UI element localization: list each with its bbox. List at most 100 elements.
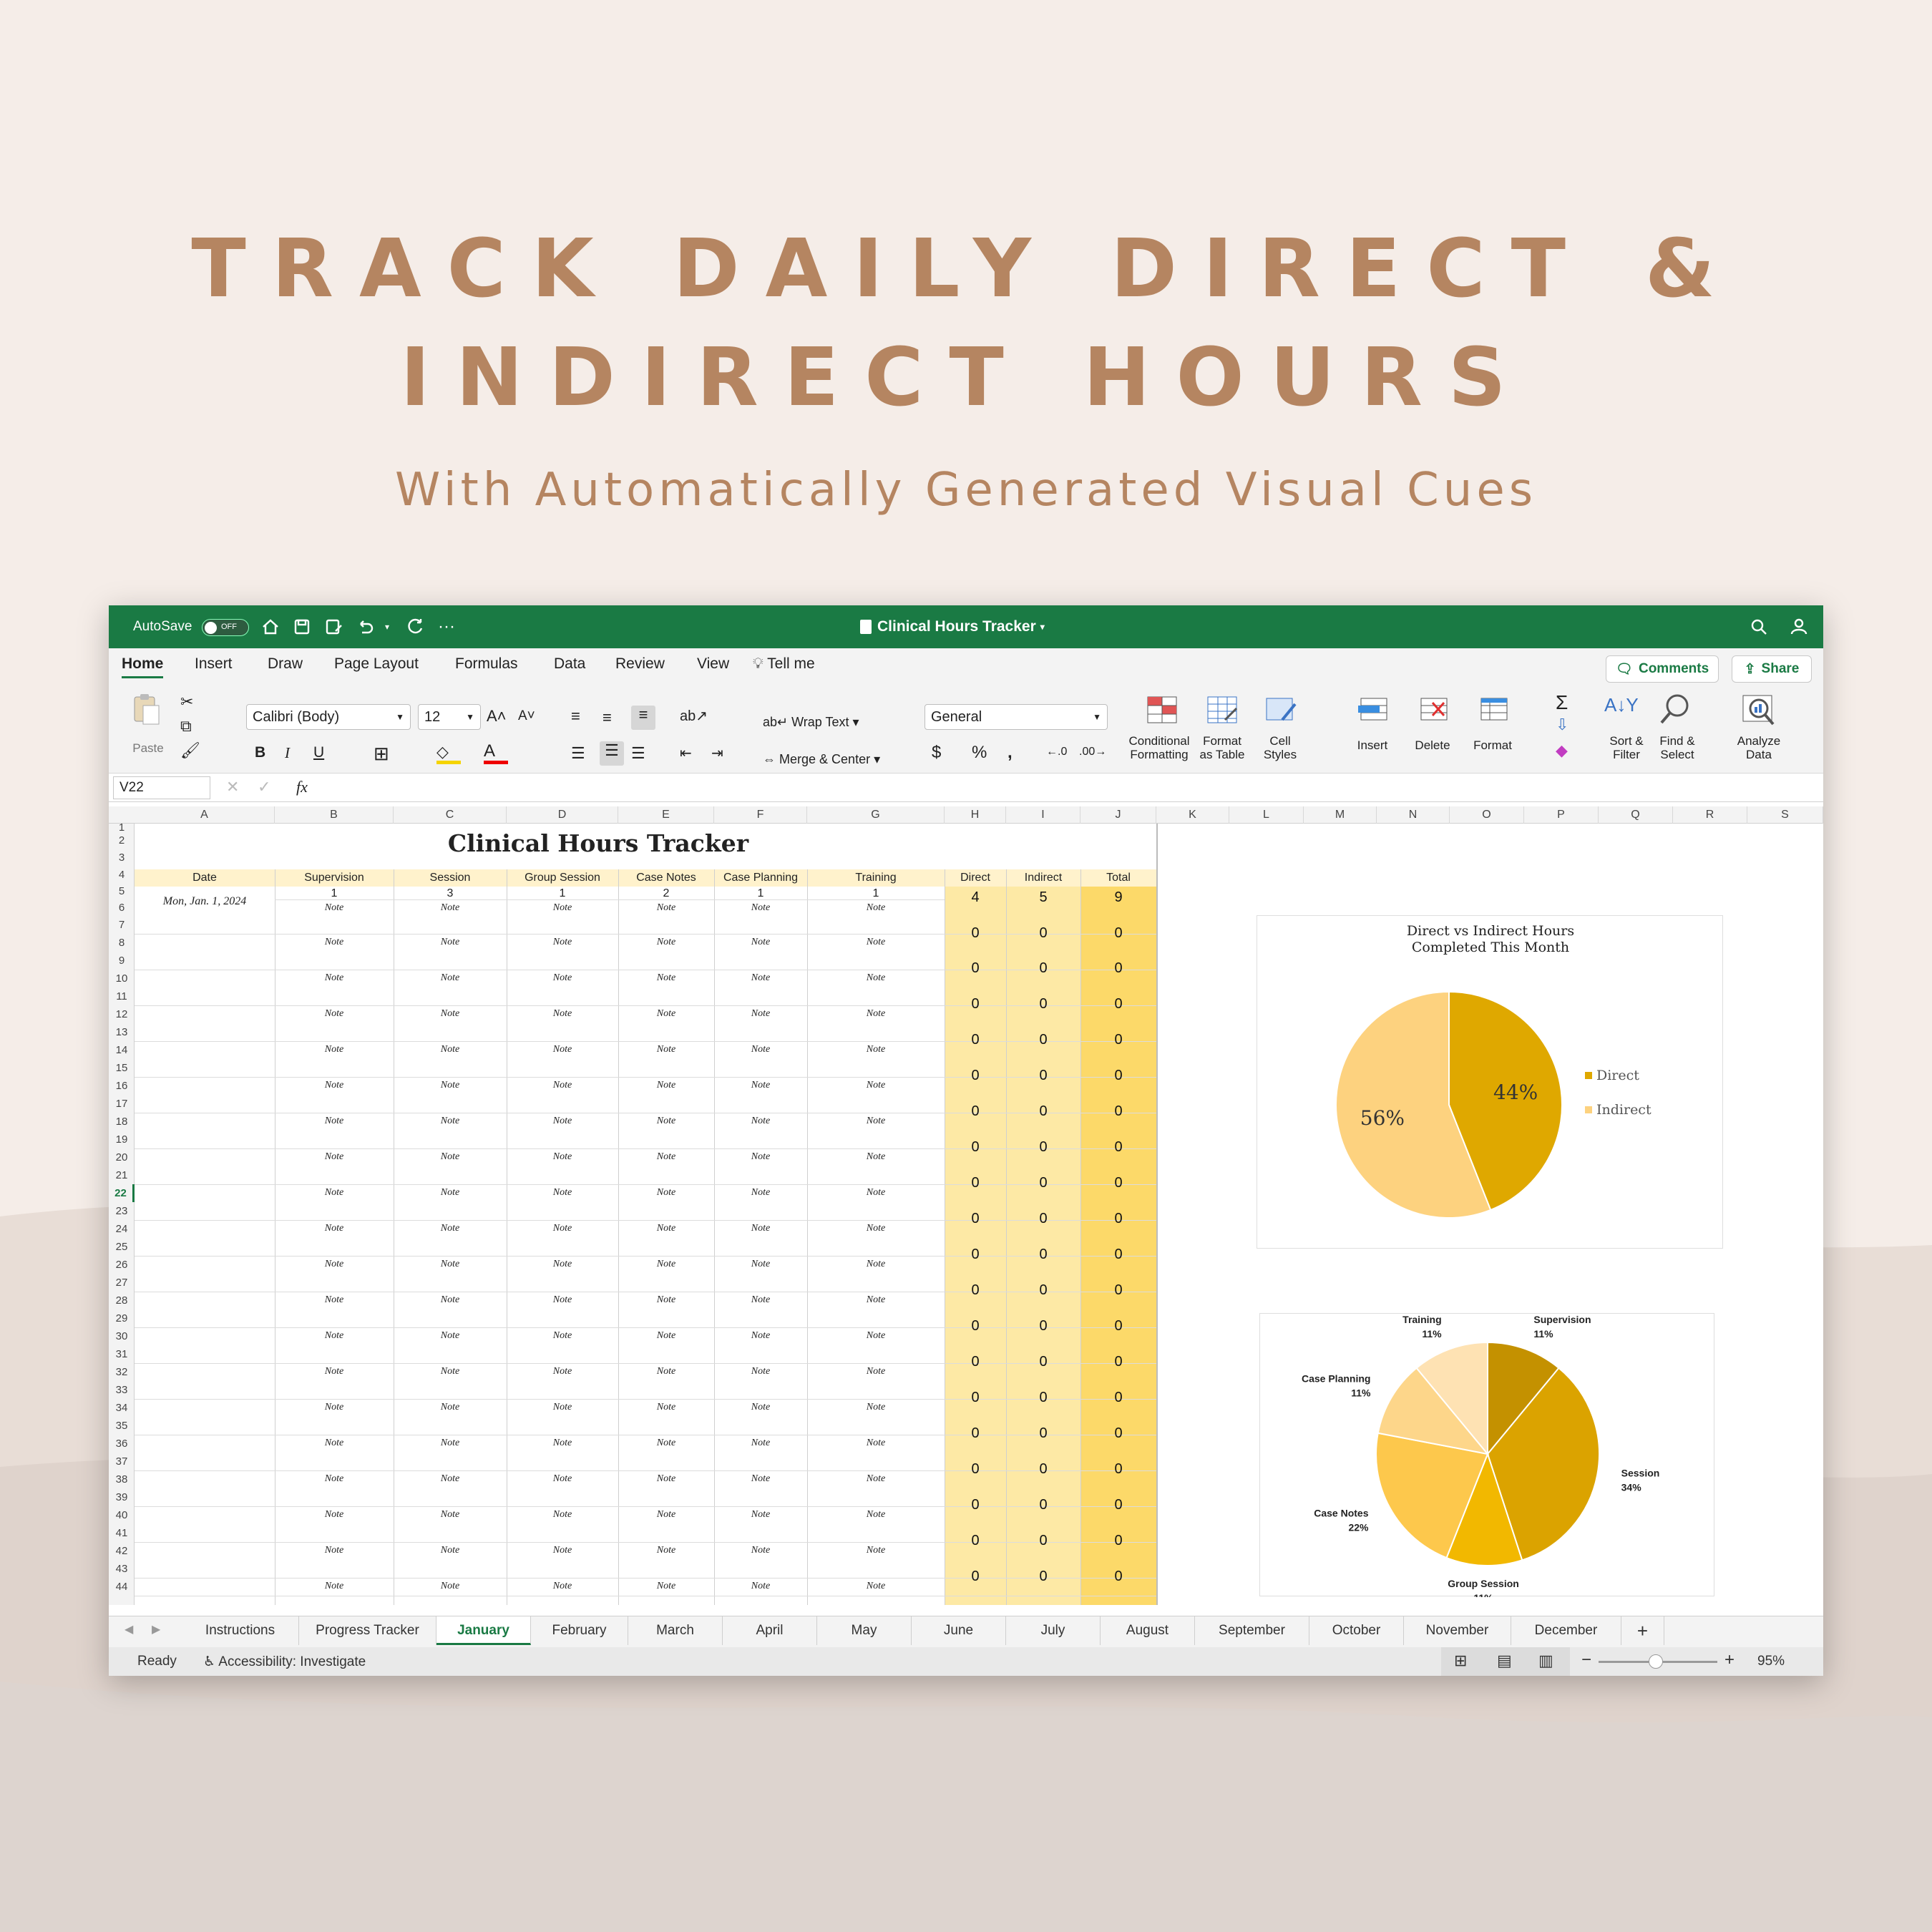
note-cell[interactable]: Note <box>275 1116 394 1127</box>
column-header-m[interactable]: M <box>1304 806 1377 824</box>
column-header-n[interactable]: N <box>1377 806 1450 824</box>
row-header-6[interactable]: 6 <box>109 899 135 917</box>
tell-me[interactable]: 💡︎ Tell me <box>753 655 815 673</box>
total-cell[interactable]: 0 <box>1080 960 1156 977</box>
comma-style-icon[interactable]: , <box>1008 743 1032 767</box>
row-header-43[interactable]: 43 <box>109 1560 135 1578</box>
delete-cells-label[interactable]: Delete <box>1404 738 1461 752</box>
underline-icon[interactable]: U <box>313 744 338 769</box>
total-cell[interactable]: 0 <box>1080 925 1156 942</box>
row-header-19[interactable]: 19 <box>109 1131 135 1148</box>
fill-icon[interactable]: ⇩ <box>1556 716 1580 740</box>
formula-input[interactable] <box>323 776 1812 799</box>
note-cell[interactable]: Note <box>714 1330 807 1342</box>
enter-icon[interactable]: ✓ <box>258 778 270 796</box>
row-header-8[interactable]: 8 <box>109 934 135 952</box>
note-cell[interactable]: Note <box>507 1366 618 1377</box>
indirect-total-cell[interactable]: 0 <box>1006 1354 1080 1370</box>
column-header-g[interactable]: G <box>807 806 945 824</box>
note-cell[interactable]: Note <box>507 1259 618 1270</box>
hours-value-cell[interactable]: 1 <box>507 887 618 900</box>
note-cell[interactable]: Note <box>807 937 945 948</box>
note-cell[interactable]: Note <box>618 1223 714 1234</box>
fill-color-icon[interactable]: ◇ <box>436 743 461 764</box>
direct-total-cell[interactable]: 0 <box>945 1103 1006 1120</box>
column-header-r[interactable]: R <box>1673 806 1747 824</box>
note-cell[interactable]: Note <box>275 1151 394 1163</box>
zoom-out-icon[interactable]: − <box>1581 1650 1591 1670</box>
note-cell[interactable]: Note <box>714 1438 807 1449</box>
direct-total-cell[interactable]: 0 <box>945 996 1006 1013</box>
indirect-total-cell[interactable]: 0 <box>1006 1497 1080 1513</box>
number-format-select[interactable]: General ▼ <box>924 704 1108 730</box>
row-header-27[interactable]: 27 <box>109 1274 135 1292</box>
note-cell[interactable]: Note <box>714 1402 807 1413</box>
indirect-total-cell[interactable]: 0 <box>1006 1390 1080 1406</box>
category-breakdown-chart[interactable]: Supervision 11% Session 34% Group Session 11%… <box>1259 1313 1714 1597</box>
column-header-h[interactable]: H <box>945 806 1006 824</box>
indirect-total-cell[interactable]: 0 <box>1006 1246 1080 1263</box>
column-header-b[interactable]: B <box>275 806 394 824</box>
note-cell[interactable]: Note <box>807 1509 945 1521</box>
note-cell[interactable]: Note <box>714 902 807 914</box>
name-box[interactable]: V22 <box>113 776 210 799</box>
sheet-tab-january[interactable]: January <box>436 1616 531 1645</box>
row-header-36[interactable]: 36 <box>109 1435 135 1453</box>
hours-value-cell[interactable]: 1 <box>807 887 945 900</box>
indirect-total-cell[interactable]: 0 <box>1006 996 1080 1013</box>
sort-filter-icon[interactable]: A↓Y <box>1604 694 1639 718</box>
row-header-39[interactable]: 39 <box>109 1488 135 1506</box>
find-select-icon[interactable] <box>1657 691 1694 728</box>
note-cell[interactable]: Note <box>507 1330 618 1342</box>
indirect-total-cell[interactable]: 0 <box>1006 960 1080 977</box>
total-cell[interactable]: 0 <box>1080 1497 1156 1513</box>
align-left-icon[interactable]: ☰ <box>571 744 595 769</box>
indirect-total-cell[interactable]: 0 <box>1006 1425 1080 1442</box>
hours-value-cell[interactable]: 1 <box>714 887 807 900</box>
note-cell[interactable]: Note <box>807 902 945 914</box>
hours-value-cell[interactable]: 3 <box>394 887 507 900</box>
indirect-total-cell[interactable]: 0 <box>1006 1211 1080 1227</box>
scroll-right-icon[interactable]: ▶ <box>152 1622 160 1636</box>
insert-cells-label[interactable]: Insert <box>1344 738 1401 752</box>
function-icon[interactable]: fx <box>296 778 308 796</box>
italic-icon[interactable]: I <box>285 744 309 769</box>
indirect-total-cell[interactable]: 0 <box>1006 1139 1080 1156</box>
total-cell[interactable]: 0 <box>1080 1032 1156 1048</box>
total-cell[interactable]: 0 <box>1080 1103 1156 1120</box>
find-select-label[interactable]: Find & Select <box>1652 734 1703 761</box>
row-header-34[interactable]: 34 <box>109 1399 135 1417</box>
sheet-tab-march[interactable]: March <box>628 1616 723 1645</box>
note-cell[interactable]: Note <box>275 1330 394 1342</box>
sheet-tab-april[interactable]: April <box>723 1616 817 1645</box>
note-cell[interactable]: Note <box>275 1509 394 1521</box>
note-cell[interactable]: Note <box>394 1473 507 1485</box>
note-cell[interactable]: Note <box>275 972 394 984</box>
sheet-tab-june[interactable]: June <box>912 1616 1006 1645</box>
direct-total-cell[interactable]: 0 <box>945 1533 1006 1549</box>
direct-total-cell[interactable]: 0 <box>945 925 1006 942</box>
total-cell[interactable]: 0 <box>1080 1568 1156 1585</box>
direct-total-cell[interactable]: 4 <box>945 889 1006 906</box>
note-cell[interactable]: Note <box>714 1545 807 1556</box>
total-cell[interactable]: 0 <box>1080 996 1156 1013</box>
direct-total-cell[interactable]: 0 <box>945 960 1006 977</box>
column-header-k[interactable]: K <box>1156 806 1229 824</box>
undo-icon[interactable] <box>355 617 375 637</box>
sheet-tab-february[interactable]: February <box>531 1616 628 1645</box>
indirect-total-cell[interactable]: 0 <box>1006 1282 1080 1299</box>
indirect-total-cell[interactable]: 0 <box>1006 1032 1080 1048</box>
sheet-tab-august[interactable]: August <box>1101 1616 1195 1645</box>
direct-total-cell[interactable]: 0 <box>945 1497 1006 1513</box>
total-cell[interactable]: 0 <box>1080 1318 1156 1335</box>
note-cell[interactable]: Note <box>618 1294 714 1306</box>
direct-total-cell[interactable]: 0 <box>945 1068 1006 1084</box>
align-top-icon[interactable]: ≡ <box>571 707 595 731</box>
note-cell[interactable]: Note <box>275 1259 394 1270</box>
indirect-total-cell[interactable]: 0 <box>1006 1533 1080 1549</box>
note-cell[interactable]: Note <box>507 1581 618 1592</box>
note-cell[interactable]: Note <box>507 1151 618 1163</box>
note-cell[interactable]: Note <box>714 1008 807 1020</box>
row-header-32[interactable]: 32 <box>109 1363 135 1381</box>
direct-total-cell[interactable]: 0 <box>945 1175 1006 1191</box>
